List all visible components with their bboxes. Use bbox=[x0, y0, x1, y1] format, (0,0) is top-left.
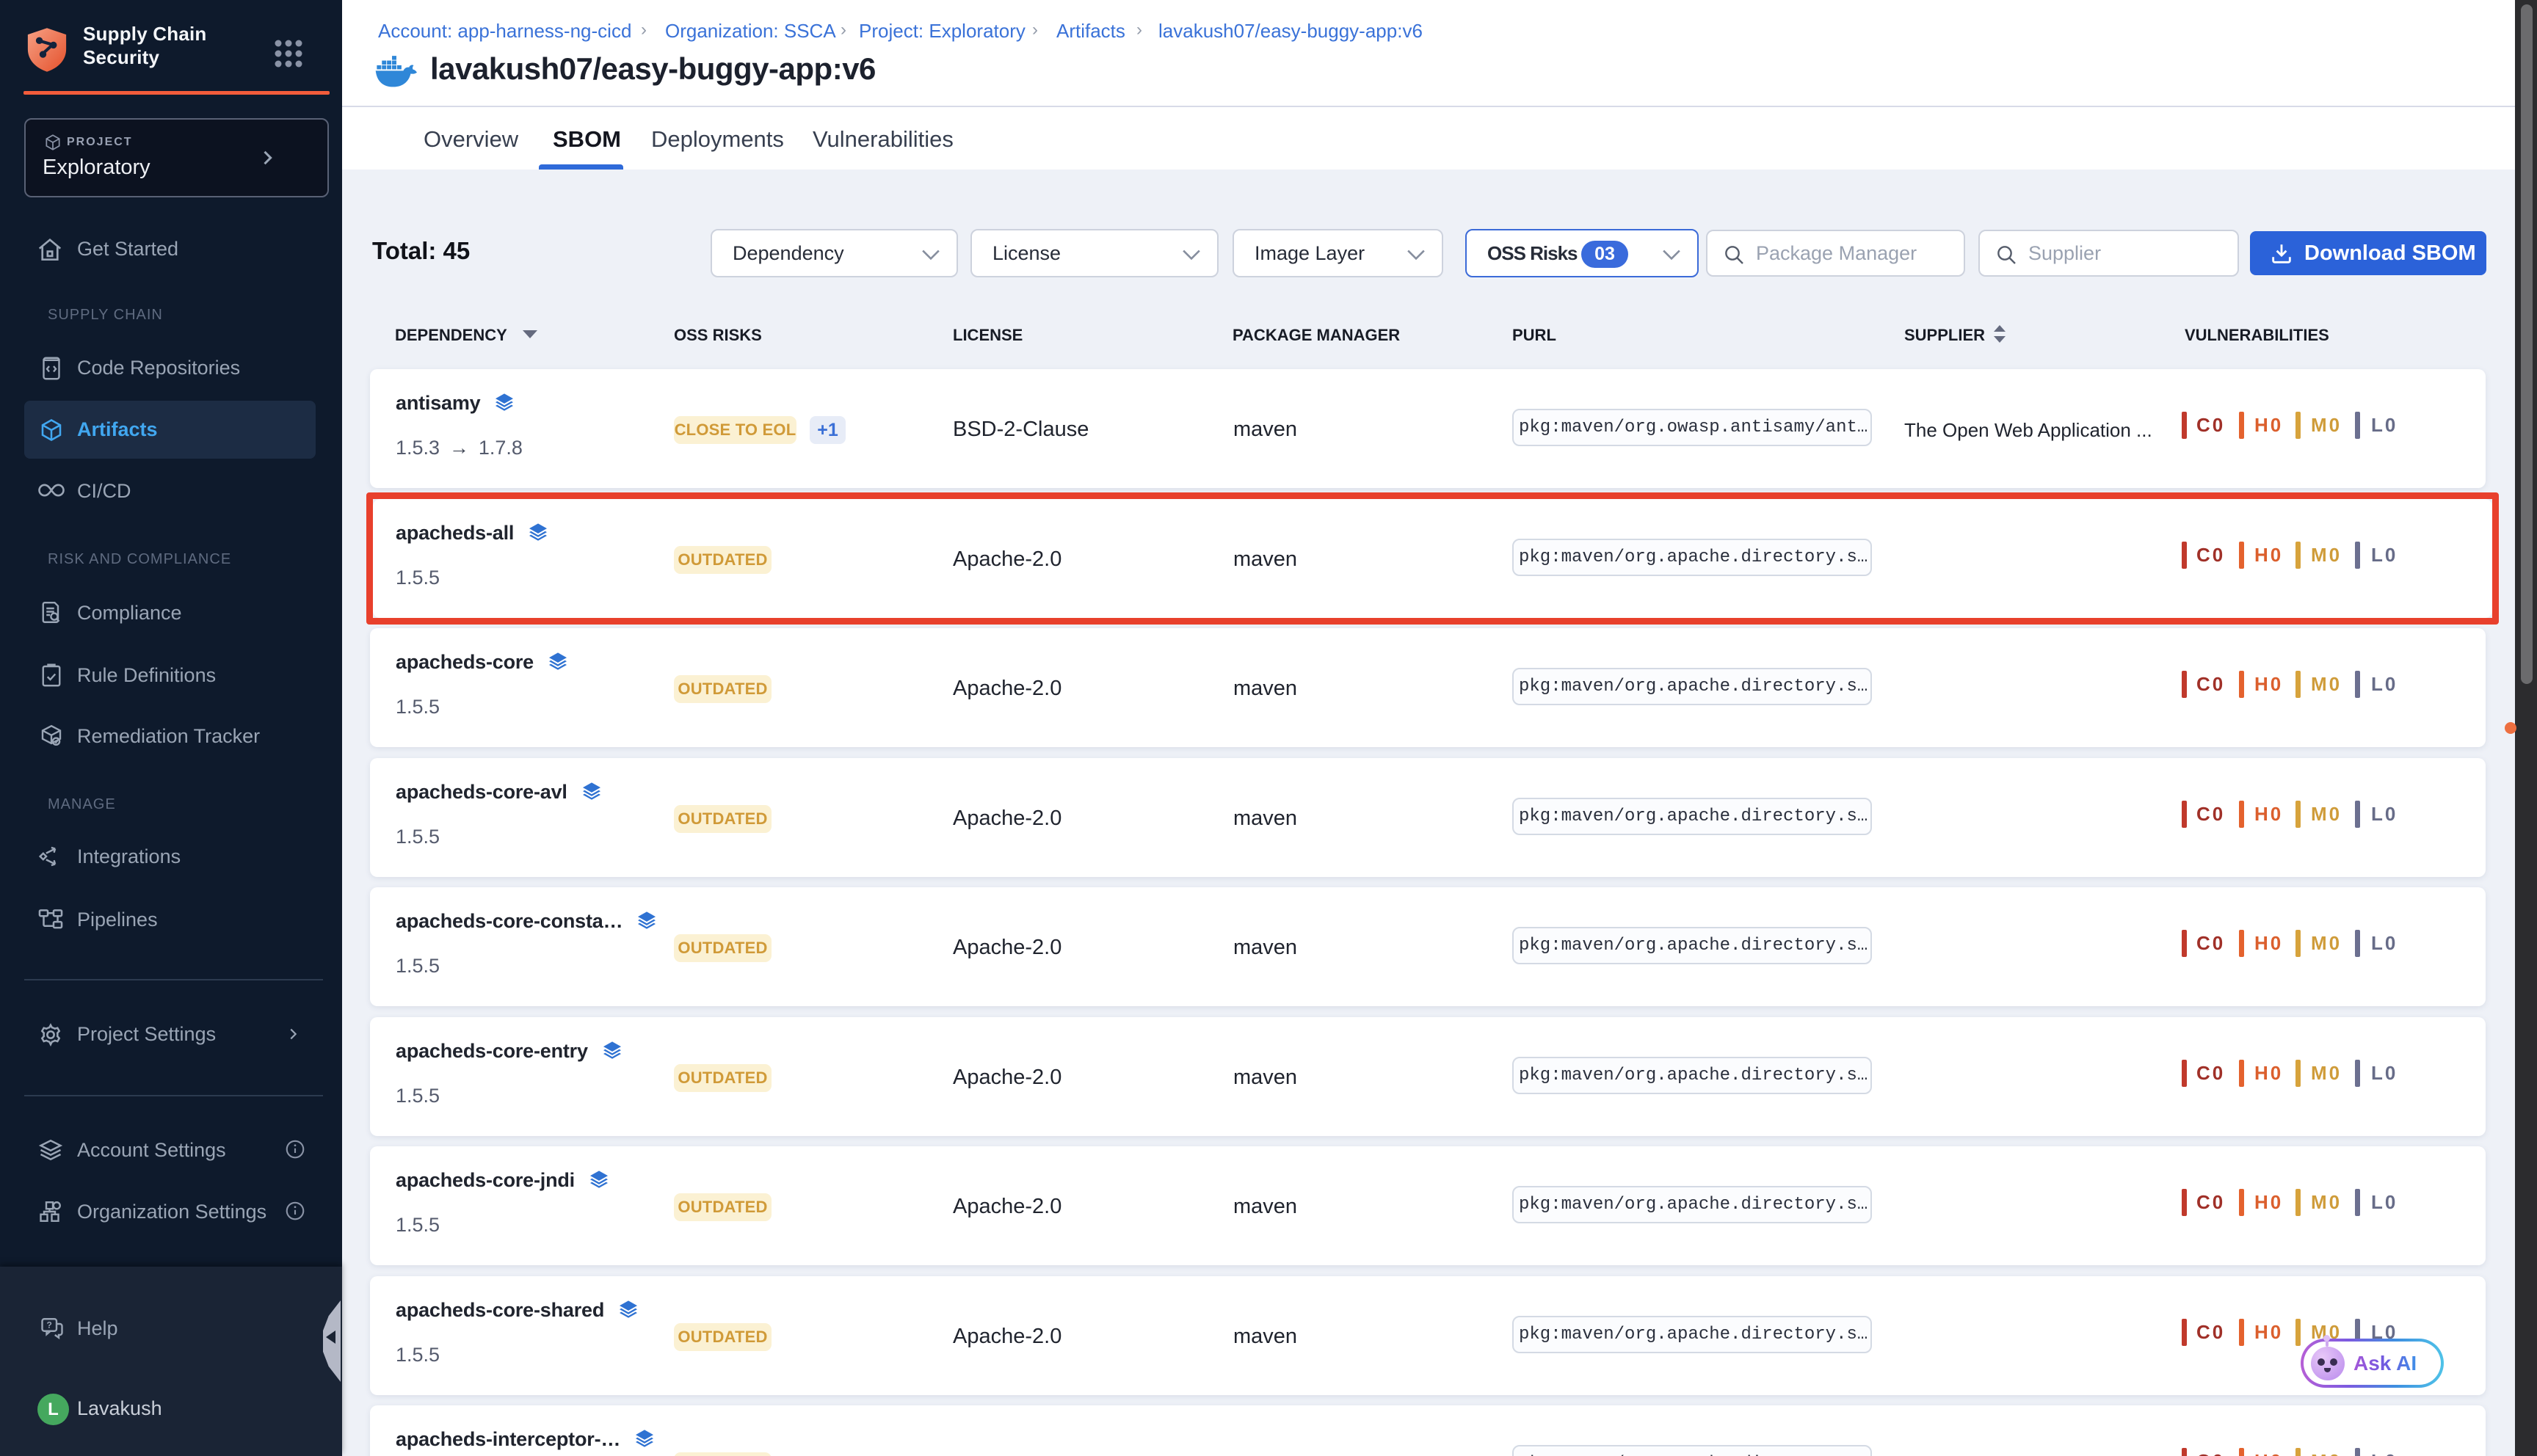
svg-text:?: ? bbox=[47, 1320, 52, 1330]
